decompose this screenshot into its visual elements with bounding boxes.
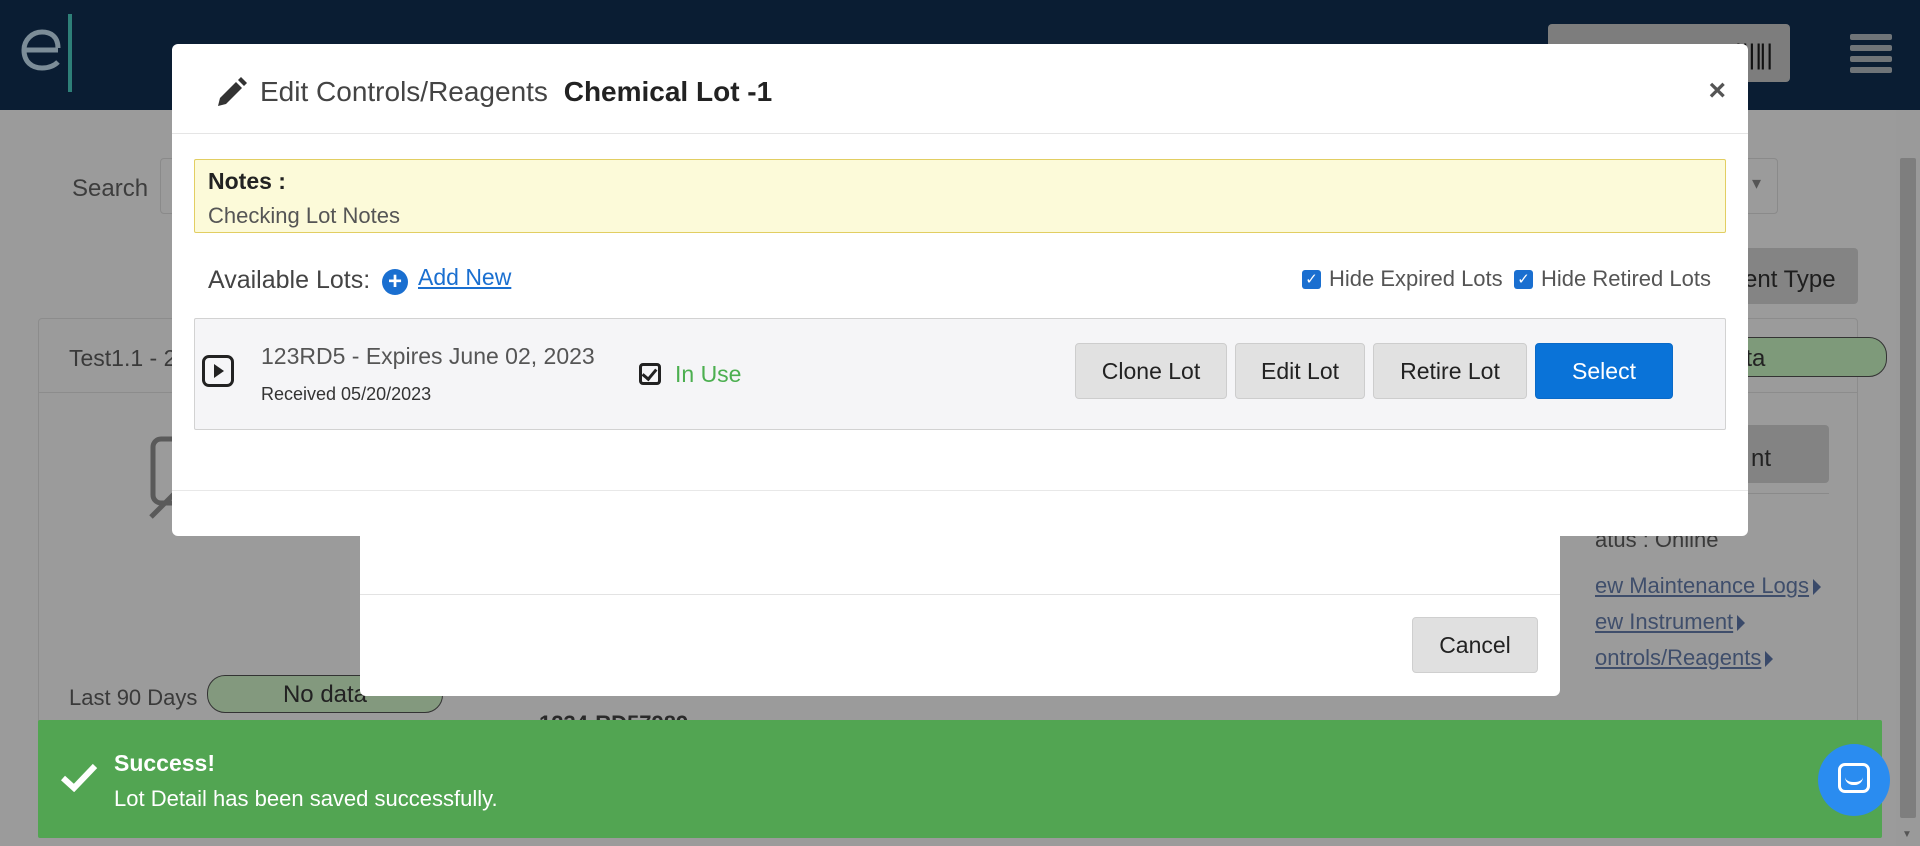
- modal-title-name: Chemical Lot -1: [563, 76, 773, 107]
- retire-lot-button[interactable]: Retire Lot: [1373, 343, 1527, 399]
- lot-received-date: Received 05/20/2023: [261, 384, 432, 404]
- modal-header: Edit Controls/Reagents Chemical Lot -1 ×: [172, 44, 1748, 134]
- hide-retired-checkbox[interactable]: ✓: [1514, 269, 1533, 289]
- search-label: Search: [72, 175, 149, 202]
- hide-expired-label: Hide Expired Lots: [1329, 266, 1503, 291]
- pencil-icon: [218, 77, 247, 106]
- chevron-down-icon: ▾: [1751, 173, 1761, 193]
- check-square-icon: [639, 363, 661, 385]
- lot-title: 123RD5 - Expires June 02, 2023: [261, 343, 595, 369]
- app-logo[interactable]: [18, 10, 88, 96]
- modal-title-prefix: Edit Controls/Reagents: [260, 76, 548, 107]
- hide-retired-lots-option[interactable]: ✓ Hide Retired Lots: [1514, 266, 1711, 292]
- last-90-days-label: Last 90 Days: [69, 685, 198, 710]
- add-new-link[interactable]: Add New: [418, 264, 511, 291]
- checkmark-icon: [60, 763, 98, 792]
- page-scrollbar[interactable]: ▼: [1896, 110, 1920, 846]
- link-label: ontrols/Reagents: [1595, 645, 1762, 670]
- hide-expired-checkbox[interactable]: ✓: [1302, 269, 1321, 289]
- success-toast[interactable]: Success! Lot Detail has been saved succe…: [38, 720, 1882, 838]
- edit-lot-button[interactable]: Edit Lot: [1235, 343, 1365, 399]
- clone-lot-button[interactable]: Clone Lot: [1075, 343, 1227, 399]
- scrollbar-thumb[interactable]: [1900, 158, 1916, 818]
- chat-launcher-button[interactable]: [1818, 744, 1890, 816]
- scroll-down-icon[interactable]: ▼: [1902, 829, 1912, 840]
- available-lots-label: Available Lots:: [208, 266, 371, 294]
- close-icon[interactable]: ×: [1708, 74, 1726, 108]
- hide-retired-label: Hide Retired Lots: [1541, 266, 1711, 291]
- controls-reagents-link[interactable]: ontrols/Reagents: [1595, 645, 1774, 671]
- expand-play-icon[interactable]: [202, 355, 234, 387]
- dialog-footer-divider: [360, 594, 1560, 595]
- caret-right-icon: [1765, 651, 1774, 667]
- view-instrument-link[interactable]: ew Instrument: [1595, 609, 1746, 635]
- hamburger-menu-icon[interactable]: [1850, 34, 1892, 74]
- select-lot-button[interactable]: Select: [1535, 343, 1673, 399]
- modal-title: Edit Controls/Reagents Chemical Lot -1: [260, 76, 772, 108]
- add-circle-icon[interactable]: +: [382, 269, 408, 295]
- lot-row: 123RD5 - Expires June 02, 2023 Received …: [194, 318, 1726, 430]
- edit-controls-reagents-modal: Edit Controls/Reagents Chemical Lot -1 ×…: [172, 44, 1748, 536]
- lot-status: In Use: [675, 361, 742, 387]
- modal-footer-divider: [172, 490, 1748, 491]
- notes-label: Notes :: [208, 168, 286, 194]
- cancel-button[interactable]: Cancel: [1412, 617, 1538, 673]
- notes-text: Checking Lot Notes: [208, 203, 400, 228]
- view-maintenance-logs-link[interactable]: ew Maintenance Logs: [1595, 573, 1822, 599]
- toast-message: Lot Detail has been saved successfully.: [114, 786, 498, 811]
- link-label: ew Maintenance Logs: [1595, 573, 1810, 598]
- caret-right-icon: [1737, 615, 1746, 631]
- notes-panel: Notes : Checking Lot Notes: [194, 159, 1726, 233]
- caret-right-icon: [1813, 579, 1822, 595]
- toast-title: Success!: [114, 750, 216, 776]
- hide-expired-lots-option[interactable]: ✓ Hide Expired Lots: [1302, 266, 1503, 292]
- link-label: ew Instrument: [1595, 609, 1734, 634]
